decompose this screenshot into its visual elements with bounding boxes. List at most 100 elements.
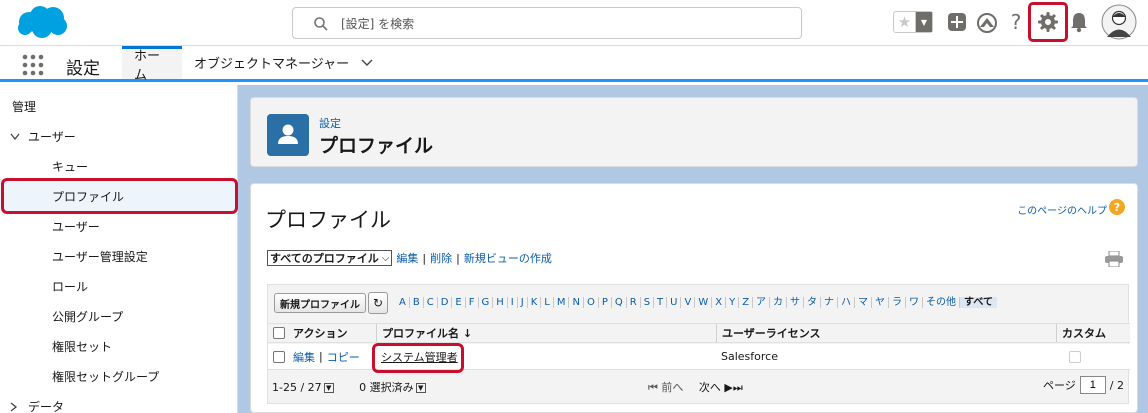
alpha-filter-item[interactable]: L xyxy=(541,297,554,308)
app-navigation: 設定 ホーム オブジェクトマネージャー xyxy=(0,46,1148,83)
alpha-filter-item[interactable]: V xyxy=(681,297,696,308)
help-icon[interactable]: ? xyxy=(1008,10,1024,34)
refresh-icon[interactable]: ↻ xyxy=(368,292,388,314)
alpha-filter-item[interactable]: U xyxy=(667,297,682,308)
alpha-filter-item[interactable]: P xyxy=(599,297,612,308)
sidebar-item-permission-sets[interactable]: 権限セット xyxy=(52,338,112,355)
alpha-filter-item[interactable]: マ xyxy=(855,297,873,308)
alpha-filter-item[interactable]: C xyxy=(424,297,438,308)
next-link[interactable]: 次へ xyxy=(699,381,721,394)
global-search[interactable] xyxy=(292,7,802,39)
alpha-filter-item[interactable]: G xyxy=(479,297,494,308)
alpha-filter-item[interactable]: ヤ xyxy=(872,297,890,308)
tab-object-manager[interactable]: オブジェクトマネージャー xyxy=(182,46,385,79)
sidebar-group-users[interactable]: ユーザー xyxy=(10,128,76,145)
separator: | xyxy=(319,350,323,363)
alpha-filter-item[interactable]: T xyxy=(654,297,668,308)
alpha-filter-item[interactable]: ラ xyxy=(889,297,907,308)
alpha-filter-item[interactable]: O xyxy=(584,297,599,308)
alpha-filter-item[interactable]: F xyxy=(466,297,479,308)
plus-icon[interactable] xyxy=(947,12,967,32)
alpha-filter-item[interactable]: ワ xyxy=(906,297,924,308)
sidebar-item-queues[interactable]: キュー xyxy=(52,158,88,175)
column-action-label: アクション xyxy=(293,327,348,340)
row-custom xyxy=(1056,344,1130,369)
sidebar-group-data[interactable]: データ xyxy=(10,398,64,413)
sidebar-item-roles[interactable]: ロール xyxy=(52,278,88,295)
page-label: ページ xyxy=(1043,379,1076,392)
sidebar-section-admin: 管理 xyxy=(12,100,37,114)
star-icon: ★ xyxy=(894,12,916,32)
help-icon[interactable]: ? xyxy=(1109,199,1125,215)
alpha-filter-item[interactable]: ハ xyxy=(838,297,856,308)
column-user-license[interactable]: ユーザーライセンス xyxy=(716,324,1056,342)
bell-icon[interactable] xyxy=(1069,11,1089,33)
alpha-filter-item[interactable]: カ xyxy=(770,297,788,308)
tab-home[interactable]: ホーム xyxy=(122,46,182,83)
column-custom[interactable]: カスタム xyxy=(1056,324,1130,342)
new-view-link[interactable]: 新規ビューの作成 xyxy=(464,250,552,266)
chevron-down-icon: ▼ xyxy=(916,12,932,32)
row-license: Salesforce xyxy=(721,350,778,363)
alpha-filter-item[interactable]: K xyxy=(528,297,542,308)
alpha-filter-item[interactable]: タ xyxy=(804,297,822,308)
avatar[interactable] xyxy=(1101,4,1137,40)
column-profile-name[interactable]: プロファイル名 ↓ xyxy=(376,324,716,342)
alpha-filter-item[interactable]: Y xyxy=(726,297,740,308)
alpha-filter-item[interactable]: S xyxy=(641,297,655,308)
favorites-button[interactable]: ★ ▼ xyxy=(893,11,933,33)
view-controls: すべてのプロファイル ⌵ 編集 | 削除 | 新規ビューの作成 xyxy=(267,250,552,266)
new-profile-button[interactable]: 新規プロファイル xyxy=(274,293,366,313)
alpha-filter-item[interactable]: Q xyxy=(612,297,627,308)
global-header: ★ ▼ ? xyxy=(0,0,1148,46)
alpha-filter-item[interactable]: R xyxy=(627,297,641,308)
breadcrumb[interactable]: 設定 xyxy=(319,115,341,131)
trailhead-icon[interactable] xyxy=(976,11,998,33)
sidebar-group-data-label: データ xyxy=(28,400,65,413)
tab-home-label: ホーム xyxy=(134,49,161,83)
alpha-filter-item[interactable]: B xyxy=(410,297,424,308)
sidebar-item-user-management-settings[interactable]: ユーザー管理設定 xyxy=(52,248,148,265)
row-copy-link[interactable]: コピー xyxy=(327,349,360,365)
row-edit-link[interactable]: 編集 xyxy=(293,349,315,365)
list-toolbar: 新規プロファイル ↻ ABCDEFGHIJKLMNOPQRSTUVWXYZアカサ… xyxy=(268,285,1130,321)
page-title: プロファイル xyxy=(319,135,434,157)
alpha-filter-item[interactable]: A xyxy=(396,297,410,308)
view-select[interactable]: すべてのプロファイル ⌵ xyxy=(267,250,393,266)
alpha-filter-item[interactable]: H xyxy=(493,297,508,308)
search-input[interactable] xyxy=(341,14,761,34)
alpha-filter-item[interactable]: W xyxy=(695,297,713,308)
print-icon[interactable] xyxy=(1105,251,1123,267)
page-number-input[interactable] xyxy=(1079,376,1106,394)
sidebar-item-public-groups[interactable]: 公開グループ xyxy=(52,308,123,325)
salesforce-logo[interactable] xyxy=(14,4,70,40)
select-all-checkbox[interactable] xyxy=(273,327,285,339)
last-page-icon[interactable]: ▶⏭ xyxy=(724,381,742,394)
alpha-filter-item[interactable]: J xyxy=(518,297,528,308)
chevron-down-icon[interactable]: ▼ xyxy=(323,383,334,393)
sidebar-item-permission-set-groups[interactable]: 権限セットグループ xyxy=(52,368,159,385)
alpha-filter-item[interactable]: ア xyxy=(753,297,771,308)
edit-view-link[interactable]: 編集 xyxy=(396,250,418,266)
row-checkbox[interactable] xyxy=(273,350,285,363)
alpha-filter-item[interactable]: E xyxy=(452,297,466,308)
app-launcher-icon[interactable] xyxy=(22,54,44,76)
alpha-filter-item[interactable]: Z xyxy=(739,297,754,308)
alpha-filter-item[interactable]: サ xyxy=(787,297,805,308)
sidebar-item-profiles[interactable]: プロファイル xyxy=(52,188,124,205)
chevron-down-icon[interactable]: ▼ xyxy=(415,383,426,393)
help-link[interactable]: このページのヘルプ xyxy=(1017,202,1107,217)
alpha-filter-item[interactable]: N xyxy=(569,297,584,308)
alpha-filter-item[interactable]: M xyxy=(554,297,570,308)
alpha-filter-all[interactable]: すべて xyxy=(960,297,997,308)
alpha-filter-item[interactable]: I xyxy=(508,297,518,308)
alpha-filter-item[interactable]: ナ xyxy=(821,297,839,308)
gear-icon[interactable] xyxy=(1037,11,1059,33)
alpha-filter-item[interactable]: D xyxy=(438,297,453,308)
separator: | xyxy=(456,251,460,265)
alpha-filter-item[interactable]: X xyxy=(712,297,727,308)
profile-name-highlight xyxy=(372,343,464,373)
sidebar-item-users[interactable]: ユーザー xyxy=(52,218,100,235)
delete-view-link[interactable]: 削除 xyxy=(430,250,452,266)
alpha-filter-item[interactable]: その他 xyxy=(923,297,961,308)
